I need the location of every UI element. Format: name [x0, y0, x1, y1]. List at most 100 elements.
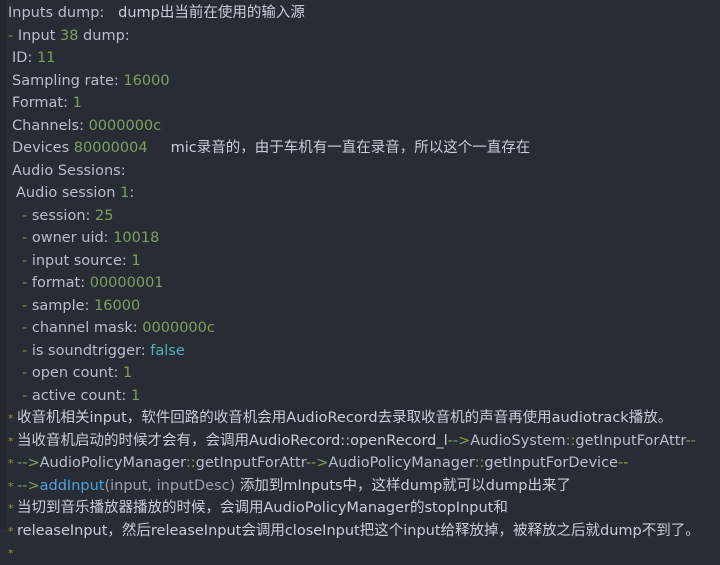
line-note-addinput-seg-1: addInput [39, 477, 105, 494]
line-open-count: - open count: 1 [0, 362, 720, 385]
line-id-seg-0: ID: [12, 50, 37, 66]
line-sample-seg-0: - [22, 297, 32, 314]
line-active-count-seg-1: active count: [31, 387, 131, 404]
line-input-38-dump-seg-2: 38 [60, 27, 79, 44]
line-id-seg-1: 11 [36, 50, 56, 66]
line-owner-uid-seg-2: 10018 [113, 230, 160, 246]
line-audio-session-1-seg-2: : [129, 185, 135, 201]
line-is-soundtrigger-seg-2: false [150, 342, 185, 359]
line-note-releaseinput: * releaseInput，然后releaseInput会调用closeInp… [0, 520, 720, 543]
line-sample-seg-1: sample: [31, 297, 95, 314]
line-open-count-seg-1: open count: [31, 365, 124, 381]
line-devices: Devices 80000004 mic录音的，由于车机有一直在录音，所以这个一… [0, 137, 720, 160]
line-format-session-seg-2: 00000001 [89, 275, 164, 291]
line-devices-seg-1: 80000004 [73, 140, 148, 156]
line-note-apm-getinputforattr-seg-3: getInputForAttr [195, 455, 306, 471]
line-session: - session: 25 [0, 205, 720, 228]
line-is-soundtrigger-seg-1: is soundtrigger: [31, 342, 151, 359]
line-format-session-seg-0: - [22, 275, 32, 291]
line-sample: - sample: 16000 [0, 295, 720, 318]
line-sampling-rate-seg-1: 16000 [123, 72, 170, 89]
line-format-session-seg-1: format: [31, 275, 90, 291]
line-sample-seg-2: 16000 [94, 297, 141, 314]
line-note-addinput-seg-0: --> [17, 477, 40, 494]
line-note-apm-getinputforattr: * -->AudioPolicyManager::getInputForAttr… [0, 452, 720, 475]
line-active-count-seg-0: - [22, 387, 32, 404]
line-note-apm-getinputforattr-seg-2: :: [185, 455, 196, 471]
line-input-38-dump: - Input 38 dump: [0, 25, 720, 48]
bullet-icon: * [8, 457, 17, 470]
code-dump-viewer: Inputs dump: dump出当前在使用的输入源 - Input 38 du… [0, 0, 720, 560]
line-note-radio-start-seg-0: 当收音机启动的时候才会有，会调用AudioRecord::openRecord_… [17, 432, 448, 449]
line-note-empty: * [0, 542, 720, 565]
line-note-radio-start-seg-2: AudioSystem [470, 432, 566, 449]
line-is-soundtrigger-seg-0: - [22, 342, 32, 359]
line-input-source-seg-1: input source: [31, 252, 132, 269]
line-input-38-dump-seg-3: dump: [78, 27, 130, 44]
line-sampling-rate: Sampling rate: 16000 [0, 70, 720, 93]
line-session-seg-0: - [22, 207, 32, 224]
line-channel-mask: - channel mask: 0000000c [0, 317, 720, 340]
line-note-apm-getinputforattr-seg-5: AudioPolicyManager [328, 455, 475, 471]
line-audio-session-1-seg-1: 1 [120, 185, 130, 201]
line-input-38-dump-seg-0: - [8, 27, 18, 44]
line-format-seg-1: 1 [72, 95, 82, 111]
line-devices-seg-3: mic录音的，由于车机有一直在录音，所以这个一直存在 [170, 140, 531, 156]
bullet-icon: * [8, 502, 17, 515]
dump-text-content[interactable]: Inputs dump: dump出当前在使用的输入源 - Input 38 du… [0, 0, 720, 565]
line-id: ID: 11 [0, 47, 720, 70]
line-channel-mask-seg-1: channel mask: [31, 320, 143, 336]
line-note-apm-getinputforattr-seg-1: AudioPolicyManager [39, 455, 186, 471]
line-devices-seg-0: Devices [12, 140, 74, 156]
line-note-radio-start-seg-4: getInputForAttr [575, 432, 686, 449]
line-note-addinput-seg-3: 添加到mInputs中，这样dump就可以dump出来了 [235, 477, 571, 494]
line-open-count-seg-2: 1 [123, 365, 133, 381]
line-sampling-rate-seg-0: Sampling rate: [12, 72, 124, 89]
bullet-icon: * [8, 547, 17, 560]
line-note-radio-start-seg-1: --> [447, 432, 471, 449]
line-owner-uid-seg-1: owner uid: [31, 230, 114, 246]
line-note-apm-getinputforattr-seg-0: --> [17, 455, 40, 471]
line-channels-seg-1: 0000000c [88, 117, 162, 134]
line-inputs-dump-header: Inputs dump: dump出当前在使用的输入源 [0, 2, 720, 25]
line-note-apm-getinputforattr-seg-4: --> [305, 455, 329, 471]
line-note-apm-getinputforattr-seg-8: -- [617, 455, 629, 471]
line-inputs-dump-header-seg-2: dump出当前在使用的输入源 [118, 5, 305, 21]
line-note-radio-start-seg-5: -- [685, 432, 696, 449]
bullet-icon: * [8, 434, 17, 448]
line-note-apm-getinputforattr-seg-7: getInputForDevice [484, 455, 618, 471]
line-inputs-dump-header-seg-0: Inputs dump: [8, 5, 105, 21]
line-input-38-dump-seg-1: Input [17, 27, 60, 44]
line-channels: Channels: 0000000c [0, 115, 720, 138]
line-input-source-seg-2: 1 [131, 252, 141, 269]
line-audio-sessions: Audio Sessions: [0, 160, 720, 183]
line-channel-mask-seg-2: 0000000c [142, 320, 215, 336]
line-note-addinput-seg-2: (input, inputDesc) [104, 477, 236, 494]
line-note-radio-start: * 当收音机启动的时候才会有，会调用AudioRecord::openRecor… [0, 430, 720, 453]
line-format-session: - format: 00000001 [0, 272, 720, 295]
line-owner-uid-seg-0: - [22, 230, 32, 246]
line-note-addinput: * -->addInput(input, inputDesc) 添加到mInpu… [0, 475, 720, 498]
bullet-icon: * [8, 524, 17, 538]
line-note-stopinput: * 当切到音乐播放器播放的时候，会调用AudioPolicyManager的st… [0, 497, 720, 520]
line-input-source-seg-0: - [22, 252, 32, 269]
line-open-count-seg-0: - [22, 365, 32, 381]
line-devices-seg-2 [148, 140, 171, 156]
line-note-radio-start-seg-3: :: [565, 432, 576, 449]
line-channel-mask-seg-0: - [22, 320, 32, 336]
line-owner-uid: - owner uid: 10018 [0, 227, 720, 250]
line-note-releaseinput-seg-0: releaseInput，然后releaseInput会调用closeInput… [17, 522, 700, 539]
line-format-seg-0: Format: [12, 95, 73, 111]
line-session-seg-1: session: [31, 207, 96, 224]
bullet-icon: * [8, 479, 17, 493]
line-audio-session-1: Audio session 1: [0, 182, 720, 205]
line-format: Format: 1 [0, 92, 720, 115]
line-inputs-dump-header-seg-1 [104, 5, 118, 21]
line-active-count-seg-2: 1 [130, 387, 141, 404]
bullet-icon: * [8, 412, 17, 425]
line-note-apm-getinputforattr-seg-6: :: [474, 455, 485, 471]
line-audio-session-1-seg-0: Audio session [16, 185, 121, 201]
line-audio-sessions-seg-0: Audio Sessions: [12, 162, 126, 179]
line-input-source: - input source: 1 [0, 250, 720, 273]
line-is-soundtrigger: - is soundtrigger: false [0, 340, 720, 363]
